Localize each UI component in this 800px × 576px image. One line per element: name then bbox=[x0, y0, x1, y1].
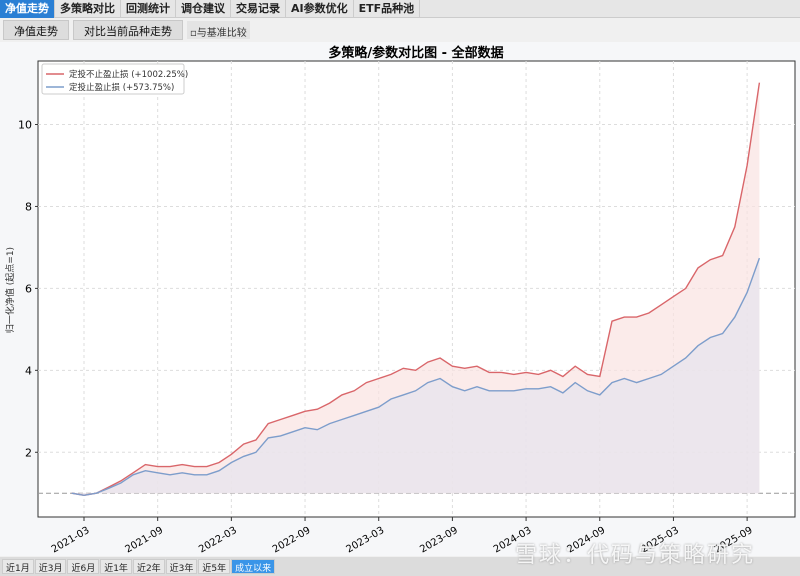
tab-2[interactable]: 回测统计 bbox=[121, 0, 176, 18]
benchmark-checkbox[interactable]: ▫与基准比较 bbox=[187, 21, 250, 39]
compare-current-button[interactable]: 对比当前品种走势 bbox=[73, 20, 183, 40]
range-button-3[interactable]: 近1年 bbox=[100, 559, 132, 574]
tab-6[interactable]: ETF品种池 bbox=[354, 0, 421, 18]
range-button-2[interactable]: 近6月 bbox=[67, 559, 100, 574]
tab-5[interactable]: AI参数优化 bbox=[286, 0, 354, 18]
tab-0[interactable]: 净值走势 bbox=[0, 0, 55, 18]
watermark: 雪球：代码与策略研究 bbox=[515, 543, 756, 568]
chart-title: 多策略/参数对比图 - 全部数据 bbox=[328, 45, 503, 61]
tab-4[interactable]: 交易记录 bbox=[231, 0, 286, 18]
nav-button[interactable]: 净值走势 bbox=[3, 20, 69, 40]
x-tick-label: 2021-09 bbox=[123, 525, 165, 555]
tab-3[interactable]: 调仓建议 bbox=[176, 0, 231, 18]
benchmark-label: 与基准比较 bbox=[196, 28, 247, 39]
y-tick-label: 8 bbox=[25, 200, 32, 213]
main-tabs: 净值走势 多策略对比 回测统计 调仓建议 交易记录 AI参数优化 ETF品种池 bbox=[0, 0, 800, 18]
legend-entry: 定投止盈止损 (+573.75%) bbox=[69, 82, 174, 93]
x-tick-label: 2022-03 bbox=[197, 525, 239, 555]
legend-entry: 定投不止盈止损 (+1002.25%) bbox=[69, 69, 188, 80]
chart-area: 多策略/参数对比图 - 全部数据 2 4 6 8 10 2021-03 2021-09 202… bbox=[0, 42, 800, 556]
legend: 定投不止盈止损 (+1002.25%) 定投止盈止损 (+573.75%) bbox=[41, 63, 188, 95]
y-tick-label: 6 bbox=[25, 282, 32, 295]
range-button-5[interactable]: 近3年 bbox=[165, 559, 198, 574]
y-axis-label: 归一化净值 (起点=1) bbox=[4, 247, 16, 333]
range-button-0[interactable]: 近1月 bbox=[2, 559, 34, 574]
x-tick-label: 2023-09 bbox=[418, 525, 460, 555]
tab-1[interactable]: 多策略对比 bbox=[55, 0, 121, 18]
range-button-6[interactable]: 近5年 bbox=[198, 559, 231, 574]
y-tick-label: 10 bbox=[18, 119, 32, 132]
range-button-1[interactable]: 近3月 bbox=[34, 559, 67, 574]
x-tick-label: 2022-09 bbox=[271, 525, 313, 555]
chart-svg: 多策略/参数对比图 - 全部数据 2 4 6 8 10 2021-03 2021-09 202… bbox=[4, 45, 796, 555]
y-tick-label: 4 bbox=[25, 364, 32, 377]
range-button-4[interactable]: 近2年 bbox=[132, 559, 165, 574]
x-tick-label: 2023-03 bbox=[345, 525, 387, 555]
toolbar: 净值走势 对比当前品种走势 ▫与基准比较 bbox=[0, 20, 250, 42]
x-tick-label: 2021-03 bbox=[50, 525, 92, 555]
range-button-7[interactable]: 成立以来 bbox=[231, 559, 276, 574]
y-tick-label: 2 bbox=[25, 446, 32, 459]
